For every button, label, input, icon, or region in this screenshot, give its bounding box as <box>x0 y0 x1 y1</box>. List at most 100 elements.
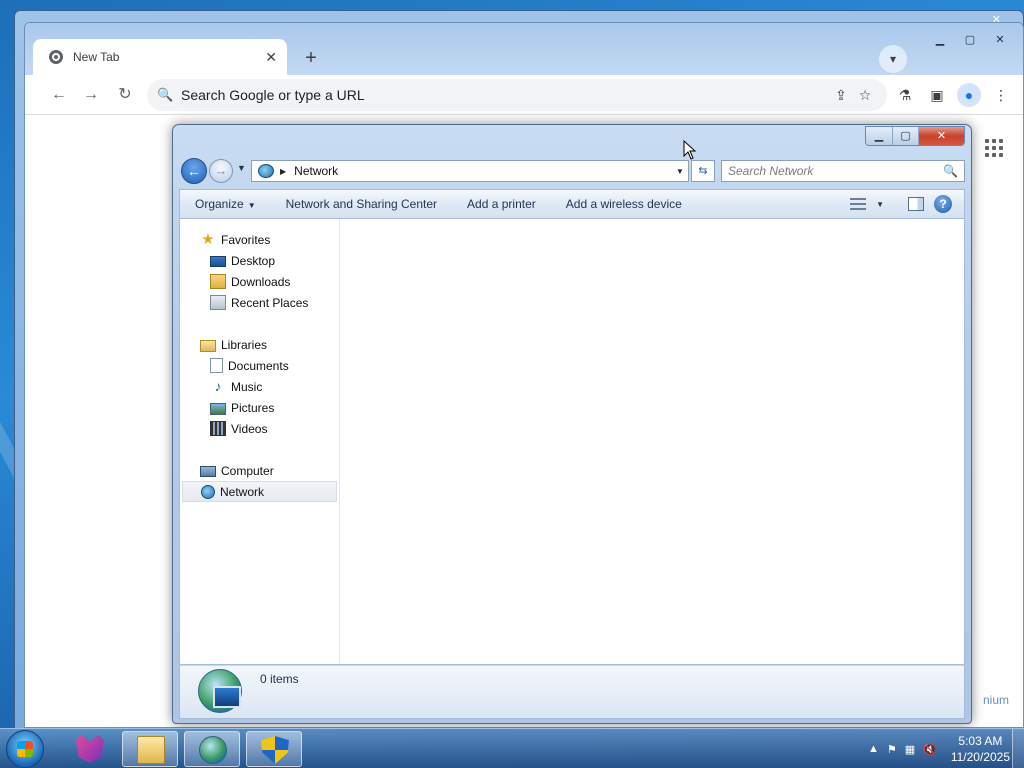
explorer-window: ▁ ▢ ✕ ← → ▼ ▶ Network ▼ ⇆ 🔍 Organize▼ Ne… <box>172 124 972 724</box>
labs-flask-icon[interactable]: ⚗ <box>893 83 917 107</box>
show-desktop-button[interactable] <box>1012 729 1024 768</box>
kebab-menu-icon[interactable]: ⋮ <box>989 83 1013 107</box>
downloads-folder-icon <box>210 274 226 289</box>
maximize-button[interactable]: ▢ <box>955 31 985 49</box>
nav-favorites-label: Favorites <box>221 232 271 247</box>
clock-date: 11/20/2025 <box>950 750 1010 764</box>
nav-computer[interactable]: Computer <box>180 460 339 481</box>
network-icon <box>201 484 215 499</box>
taskbar-network[interactable] <box>184 731 240 767</box>
tab-new-tab[interactable]: New Tab ✕ <box>33 39 287 75</box>
documents-icon <box>210 358 223 373</box>
address-dropdown-icon[interactable]: ▼ <box>672 167 688 176</box>
network-globe-icon <box>198 669 242 713</box>
back-arrow-icon[interactable]: ← <box>47 83 71 107</box>
command-bar: Organize ▼ Network and Sharing Center Add… <box>179 189 965 219</box>
view-options-dropdown-icon[interactable]: ▼ <box>876 200 884 209</box>
breadcrumb-network[interactable]: Network <box>294 164 672 178</box>
change-view-icon[interactable] <box>850 198 867 210</box>
clock[interactable]: 5:03 AM 11/20/2025 <box>951 733 1010 765</box>
profile-avatar-icon[interactable]: ● <box>957 83 981 107</box>
show-hidden-icons-arrow-icon[interactable]: ▲ <box>868 743 879 755</box>
google-apps-grid-icon[interactable] <box>985 139 1003 157</box>
nav-libraries[interactable]: Libraries <box>180 334 339 355</box>
nav-music[interactable]: ♪ Music <box>180 376 339 397</box>
nav-pictures-label: Pictures <box>231 400 275 415</box>
address-bar[interactable]: ▶ Network ▼ <box>251 160 689 182</box>
navigation-pane: ★ Favorites Desktop Downloads Recent Pla… <box>180 219 340 664</box>
omnibox-placeholder[interactable]: Search Google or type a URL <box>175 87 829 103</box>
chrome-toolbar: ← → ↻ 🔍 Search Google or type a URL ⇪ ☆ … <box>25 75 1023 115</box>
omnibox[interactable]: 🔍 Search Google or type a URL ⇪ ☆ <box>147 79 887 111</box>
taskbar-app-cat[interactable] <box>62 731 118 767</box>
address-bar-row: ← → ▼ ▶ Network ▼ ⇆ 🔍 <box>181 157 965 185</box>
nav-documents-label: Documents <box>228 358 289 373</box>
explorer-caption-buttons: ▁ ▢ ✕ <box>865 126 965 146</box>
search-icon: 🔍 <box>157 87 174 102</box>
taskbar: ▲ ⚑ ▦ 🔇 5:03 AM 11/20/2025 <box>0 728 1024 768</box>
chrome-page-peek-text: nium <box>982 693 1009 707</box>
new-tab-button[interactable]: + <box>297 45 325 73</box>
recent-pages-dropdown-icon[interactable]: ▼ <box>237 163 246 173</box>
forward-arrow-icon[interactable]: → <box>79 83 103 107</box>
nav-computer-label: Computer <box>221 463 274 478</box>
volume-muted-icon[interactable]: 🔇 <box>923 743 937 756</box>
share-icon[interactable]: ⇪ <box>829 87 853 104</box>
search-input[interactable] <box>728 164 944 178</box>
side-panel-icon[interactable]: ▣ <box>925 83 949 107</box>
close-button[interactable]: ✕ <box>918 127 964 145</box>
computer-icon <box>200 465 216 477</box>
back-button[interactable]: ← <box>181 158 207 184</box>
videos-film-icon <box>210 421 226 436</box>
nav-videos[interactable]: Videos <box>180 418 339 439</box>
star-icon: ★ <box>201 231 215 248</box>
nav-favorites[interactable]: ★ Favorites <box>180 229 339 250</box>
organize-menu-button[interactable]: Organize ▼ <box>180 190 271 218</box>
nav-downloads-label: Downloads <box>231 274 291 289</box>
command-bar-right-tools: ▼ ? <box>850 195 964 213</box>
bookmark-star-icon[interactable]: ☆ <box>853 87 877 104</box>
help-icon[interactable]: ? <box>934 195 952 213</box>
folder-icon <box>137 736 165 764</box>
minimize-button[interactable]: ▁ <box>925 31 955 49</box>
search-box: 🔍 <box>721 160 965 182</box>
nav-pictures[interactable]: Pictures <box>180 397 339 418</box>
action-center-flag-icon[interactable]: ⚑ <box>887 743 897 756</box>
chrome-tab-strip: New Tab ✕ + ▾ ▁ ▢ ✕ <box>25 23 1023 75</box>
minimize-button[interactable]: ▁ <box>866 127 892 145</box>
chevron-down-icon: ▼ <box>247 201 256 210</box>
nav-documents[interactable]: Documents <box>180 355 339 376</box>
tab-title: New Tab <box>73 50 120 64</box>
item-count: 0 items <box>260 672 299 686</box>
tab-close-button[interactable]: ✕ <box>265 49 277 66</box>
nav-network[interactable]: Network <box>182 481 337 502</box>
preview-pane-icon[interactable] <box>908 197 924 211</box>
breadcrumb-chevron-icon[interactable]: ▶ <box>280 167 286 176</box>
music-note-icon: ♪ <box>214 378 222 394</box>
system-tray: ▲ ⚑ ▦ 🔇 5:03 AM 11/20/2025 <box>868 729 1010 768</box>
reload-icon[interactable]: ↻ <box>113 83 137 107</box>
nav-network-label: Network <box>220 484 265 499</box>
libraries-icon <box>200 339 216 352</box>
add-wireless-device-button[interactable]: Add a wireless device <box>551 190 697 218</box>
close-button[interactable]: ✕ <box>985 31 1015 49</box>
forward-button[interactable]: → <box>209 159 233 183</box>
start-button[interactable] <box>6 730 44 768</box>
maximize-button[interactable]: ▢ <box>892 127 918 145</box>
taskbar-windows-explorer[interactable] <box>122 731 178 767</box>
nav-downloads[interactable]: Downloads <box>180 271 339 292</box>
network-globe-icon <box>199 736 227 764</box>
network-sharing-center-button[interactable]: Network and Sharing Center <box>271 190 452 218</box>
nav-desktop[interactable]: Desktop <box>180 250 339 271</box>
search-icon[interactable]: 🔍 <box>943 164 958 178</box>
shield-icon <box>261 736 289 764</box>
tab-search-button[interactable]: ▾ <box>879 45 907 73</box>
toolbar-right-icons: ⚗ ▣ ● ⋮ <box>893 83 1013 107</box>
add-printer-button[interactable]: Add a printer <box>452 190 551 218</box>
network-icon[interactable]: ▦ <box>905 743 915 756</box>
clock-time: 5:03 AM <box>958 734 1003 748</box>
refresh-button[interactable]: ⇆ <box>691 160 715 182</box>
taskbar-security[interactable] <box>246 731 302 767</box>
nav-recent-places[interactable]: Recent Places <box>180 292 339 313</box>
file-list-pane[interactable] <box>341 219 964 664</box>
